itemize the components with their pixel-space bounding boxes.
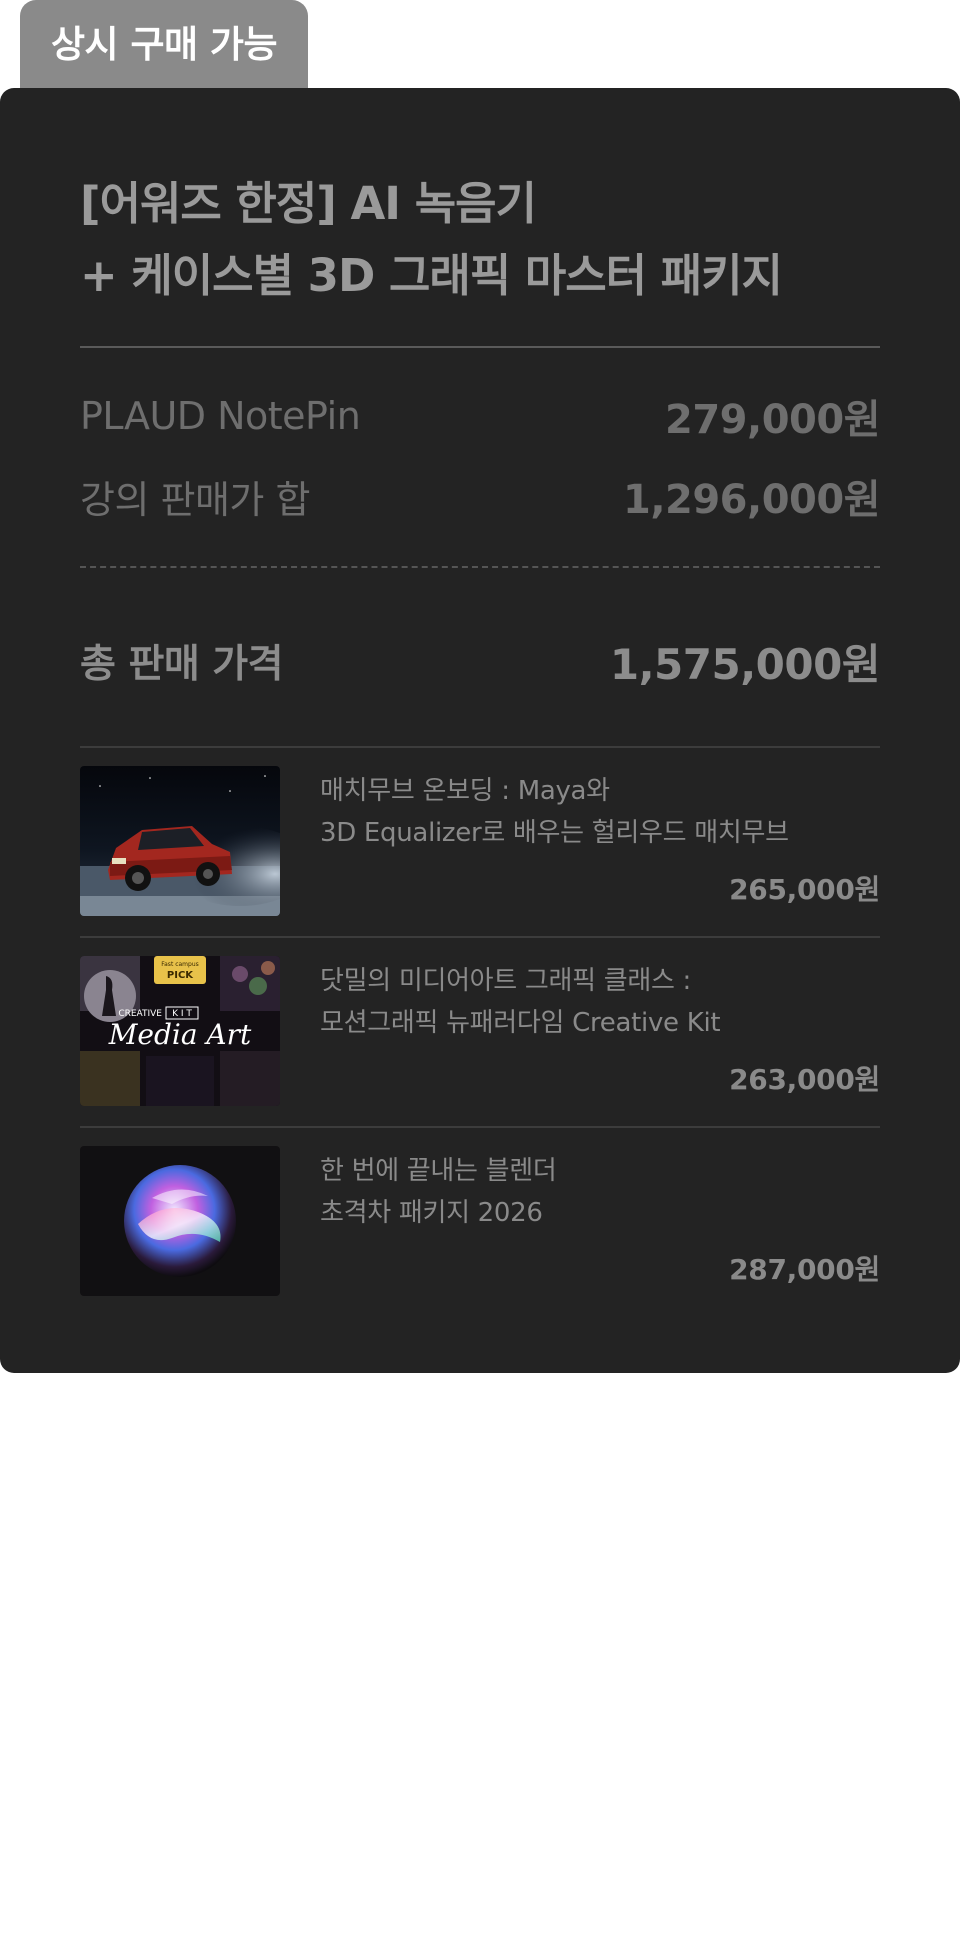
- course-name[interactable]: 매치무브 온보딩 : Maya와 3D Equalizer로 배우는 헐리우드 …: [320, 770, 880, 854]
- lectures-price-row: 강의 판매가 합 1,296,000원: [80, 466, 881, 526]
- course-price: 265,000원: [729, 873, 880, 906]
- course-name-line-2: 초격차 패키지 2026: [320, 1198, 543, 1228]
- package-title-line-2: + 케이스별 3D 그래픽 마스터 패키지: [80, 249, 783, 302]
- availability-tab-label: 상시 구매 가능: [50, 23, 278, 66]
- package-card: [어워즈 한정] AI 녹음기 + 케이스별 3D 그래픽 마스터 패키지 PL…: [0, 88, 960, 1373]
- course-name-line-1: 매치무브 온보딩 : Maya와: [320, 776, 610, 806]
- course-name-line-1: 한 번에 끝내는 블렌더: [320, 1156, 557, 1186]
- course-name[interactable]: 닷밀의 미디어아트 그래픽 클래스 : 모션그래픽 뉴패러다임 Creative…: [320, 960, 880, 1044]
- total-price-row: 총 판매 가격 1,575,000원: [80, 626, 881, 696]
- course-item[interactable]: 매치무브 온보딩 : Maya와 3D Equalizer로 배우는 헐리우드 …: [80, 746, 880, 936]
- total-price: 1,575,000원: [609, 639, 881, 689]
- device-price-row: PLAUD NotePin 279,000원: [80, 386, 881, 446]
- device-label: PLAUD NotePin: [80, 394, 361, 438]
- package-title-line-1: [어워즈 한정] AI 녹음기: [80, 177, 537, 230]
- course-price: 287,000원: [729, 1253, 880, 1286]
- page-background: [0, 1373, 960, 1946]
- thumb-title: Media Art: [108, 1018, 252, 1051]
- course-list: 매치무브 온보딩 : Maya와 3D Equalizer로 배우는 헐리우드 …: [80, 746, 880, 1316]
- course-name-line-1: 닷밀의 미디어아트 그래픽 클래스 :: [320, 966, 691, 996]
- course-item[interactable]: Fast campus PICK CREATIVE K I T Media Ar…: [80, 936, 880, 1126]
- course-name-line-2: 모션그래픽 뉴패러다임 Creative Kit: [320, 1008, 721, 1038]
- media-art-cover-image[interactable]: Fast campus PICK CREATIVE K I T Media Ar…: [80, 956, 280, 1106]
- title-divider: [80, 346, 880, 348]
- course-name-line-2: 3D Equalizer로 배우는 헐리우드 매치무브: [320, 818, 789, 848]
- thumb-badge: PICK: [167, 970, 194, 981]
- total-label: 총 판매 가격: [80, 642, 284, 687]
- device-price: 279,000원: [665, 397, 881, 443]
- subtotal-divider: [80, 566, 880, 568]
- package-title: [어워즈 한정] AI 녹음기 + 케이스별 3D 그래픽 마스터 패키지: [80, 168, 880, 312]
- red-car-drift-image[interactable]: [80, 766, 280, 916]
- lectures-price: 1,296,000원: [622, 477, 881, 523]
- course-price: 263,000원: [729, 1063, 880, 1096]
- iridescent-3d-blob-image[interactable]: [80, 1146, 280, 1296]
- course-name[interactable]: 한 번에 끝내는 블렌더 초격차 패키지 2026: [320, 1150, 880, 1234]
- thumb-badge-top: Fast campus: [161, 961, 199, 968]
- availability-tab[interactable]: 상시 구매 가능: [20, 0, 308, 90]
- course-item[interactable]: 한 번에 끝내는 블렌더 초격차 패키지 2026 287,000원: [80, 1126, 880, 1316]
- lectures-label: 강의 판매가 합: [80, 477, 310, 522]
